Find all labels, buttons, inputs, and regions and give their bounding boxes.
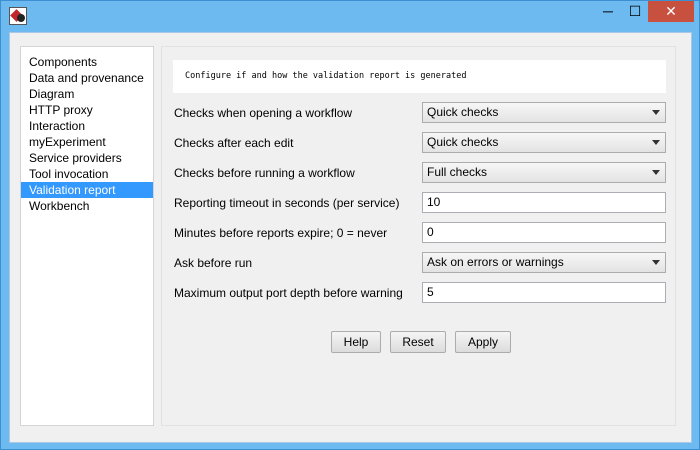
ask-before-run-select[interactable]: Ask on errors or warnings bbox=[422, 252, 666, 273]
row-reporting-timeout: Reporting timeout in seconds (per servic… bbox=[162, 192, 677, 214]
client-area: Components Data and provenance Diagram H… bbox=[9, 32, 692, 443]
reporting-timeout-label: Reporting timeout in seconds (per servic… bbox=[174, 196, 400, 210]
sidebar-item-service-providers[interactable]: Service providers bbox=[21, 150, 153, 166]
checks-opening-label: Checks when opening a workflow bbox=[174, 106, 353, 120]
sidebar-item-http-proxy[interactable]: HTTP proxy bbox=[21, 102, 153, 118]
apply-button[interactable]: Apply bbox=[455, 331, 511, 353]
max-port-depth-label: Maximum output port depth before warning bbox=[174, 286, 403, 300]
sidebar-item-workbench[interactable]: Workbench bbox=[21, 198, 153, 214]
chevron-down-icon bbox=[652, 140, 660, 145]
sidebar-item-diagram[interactable]: Diagram bbox=[21, 86, 153, 102]
sidebar-item-interaction[interactable]: Interaction bbox=[21, 118, 153, 134]
sidebar-item-data-and-provenance[interactable]: Data and provenance bbox=[21, 70, 153, 86]
sidebar-item-validation-report[interactable]: Validation report bbox=[21, 182, 153, 198]
row-checks-edit: Checks after each edit Quick checks bbox=[162, 132, 677, 154]
reset-button[interactable]: Reset bbox=[390, 331, 446, 353]
checks-running-value: Full checks bbox=[427, 165, 488, 179]
panel-description: Configure if and how the validation repo… bbox=[173, 60, 666, 93]
chevron-down-icon bbox=[652, 170, 660, 175]
row-ask-before-run: Ask before run Ask on errors or warnings bbox=[162, 252, 677, 274]
minimize-button[interactable]: ─ bbox=[595, 1, 621, 22]
checks-edit-select[interactable]: Quick checks bbox=[422, 132, 666, 153]
row-max-port-depth: Maximum output port depth before warning… bbox=[162, 282, 677, 304]
sidebar-item-components[interactable]: Components bbox=[21, 54, 153, 70]
max-port-depth-field[interactable]: 5 bbox=[422, 282, 666, 303]
preferences-window: ─ ☐ ✕ Components Data and provenance Dia… bbox=[0, 0, 700, 450]
checks-opening-value: Quick checks bbox=[427, 105, 499, 119]
checks-edit-label: Checks after each edit bbox=[174, 136, 294, 150]
app-icon bbox=[9, 7, 27, 25]
title-bar[interactable]: ─ ☐ ✕ bbox=[1, 1, 699, 31]
row-minutes-expire: Minutes before reports expire; 0 = never… bbox=[162, 222, 677, 244]
ask-before-run-value: Ask on errors or warnings bbox=[427, 255, 564, 269]
button-bar: Help Reset Apply bbox=[162, 331, 677, 353]
minutes-expire-label: Minutes before reports expire; 0 = never bbox=[174, 226, 388, 240]
ask-before-run-label: Ask before run bbox=[174, 256, 253, 270]
maximize-button[interactable]: ☐ bbox=[622, 1, 648, 22]
checks-edit-value: Quick checks bbox=[427, 135, 499, 149]
checks-running-select[interactable]: Full checks bbox=[422, 162, 666, 183]
sidebar-item-tool-invocation[interactable]: Tool invocation bbox=[21, 166, 153, 182]
checks-running-label: Checks before running a workflow bbox=[174, 166, 355, 180]
checks-opening-select[interactable]: Quick checks bbox=[422, 102, 666, 123]
row-checks-running: Checks before running a workflow Full ch… bbox=[162, 162, 677, 184]
preferences-category-list: Components Data and provenance Diagram H… bbox=[20, 46, 154, 426]
reporting-timeout-field[interactable]: 10 bbox=[422, 192, 666, 213]
help-button[interactable]: Help bbox=[331, 331, 381, 353]
chevron-down-icon bbox=[652, 260, 660, 265]
validation-report-panel: Configure if and how the validation repo… bbox=[161, 46, 676, 426]
sidebar-item-myexperiment[interactable]: myExperiment bbox=[21, 134, 153, 150]
minutes-expire-field[interactable]: 0 bbox=[422, 222, 666, 243]
chevron-down-icon bbox=[652, 110, 660, 115]
row-checks-opening: Checks when opening a workflow Quick che… bbox=[162, 102, 677, 124]
close-button[interactable]: ✕ bbox=[648, 1, 694, 22]
